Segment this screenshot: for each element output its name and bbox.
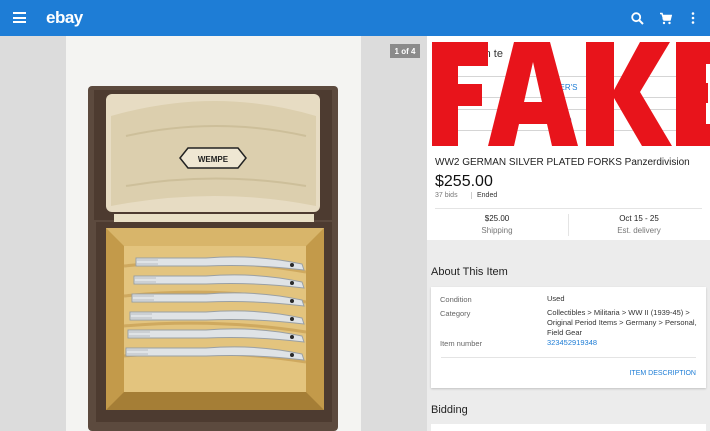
- listing-title: WW2 GERMAN SILVER PLATED FORKS Panzerdiv…: [435, 157, 690, 168]
- delivery-info[interactable]: Oct 15 - 25 Est. delivery: [569, 214, 709, 235]
- item-number-value[interactable]: 323452919348: [547, 338, 697, 348]
- bid-count[interactable]: 37 bids: [435, 192, 458, 199]
- bidding-card: [431, 424, 706, 431]
- divider: [441, 357, 696, 358]
- condition-value: Used: [547, 294, 565, 303]
- more-vert-icon[interactable]: [684, 8, 702, 28]
- about-heading: About This Item: [431, 266, 508, 278]
- listing-photo[interactable]: WEMPE: [66, 36, 361, 431]
- action-button-2[interactable]: O: [435, 109, 702, 131]
- listing-details: u m t on te ER'S O WW2 GERMAN SILVER PLA…: [427, 36, 710, 431]
- action-button-1[interactable]: ER'S: [435, 76, 702, 98]
- offer-text: u m t on te: [451, 48, 503, 60]
- ebay-logo[interactable]: ebay: [46, 8, 83, 28]
- shipping-value: $25.00: [484, 214, 510, 223]
- divider: [435, 208, 702, 209]
- top-app-bar: ebay: [0, 0, 710, 36]
- item-number-label: Item number: [440, 339, 483, 348]
- delivery-value: Oct 15 - 25: [619, 214, 659, 223]
- search-icon[interactable]: [628, 8, 646, 28]
- about-card: Condition Used Category Collectibles > M…: [431, 287, 706, 388]
- category-value[interactable]: Collectibles > Militaria > WW II (1939-4…: [547, 308, 697, 338]
- item-description-link[interactable]: ITEM DESCRIPTION: [629, 370, 696, 377]
- bidding-heading: Bidding: [431, 404, 468, 416]
- listing-price: $255.00: [435, 173, 493, 190]
- delivery-label: Est. delivery: [617, 226, 661, 235]
- shipping-info[interactable]: $25.00 Shipping: [427, 214, 567, 235]
- listing-status: Ended: [471, 192, 497, 199]
- image-counter: 1 of 4: [390, 44, 420, 58]
- category-label: Category: [440, 309, 471, 318]
- cart-icon[interactable]: [656, 8, 674, 28]
- listing-summary-card: u m t on te ER'S O WW2 GERMAN SILVER PLA…: [427, 36, 710, 240]
- menu-icon[interactable]: [13, 12, 26, 23]
- image-gallery[interactable]: WEMPE 1 of 4: [0, 36, 427, 431]
- shipping-label: Shipping: [481, 226, 513, 235]
- condition-label: Condition: [440, 295, 472, 304]
- svg-text:WEMPE: WEMPE: [198, 155, 229, 164]
